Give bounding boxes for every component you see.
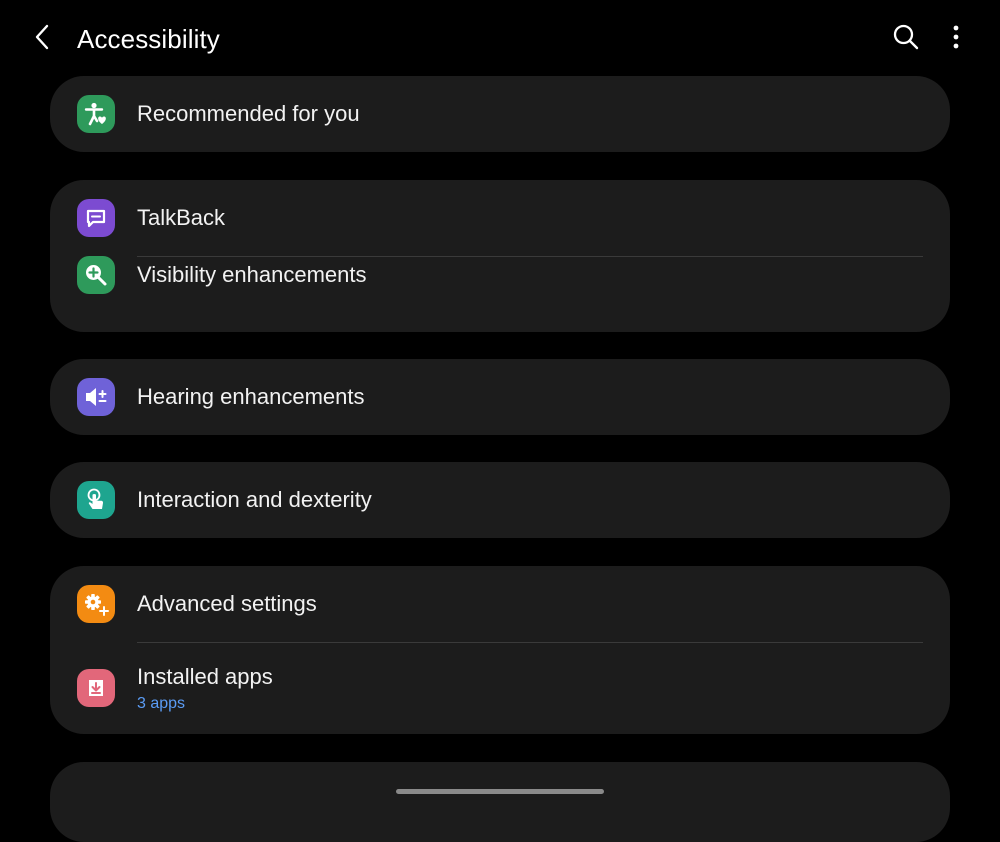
- interaction-and-dexterity-item[interactable]: Interaction and dexterity: [50, 462, 950, 538]
- settings-group: TalkBack Visibility enhancements: [50, 180, 950, 332]
- item-sublabel: 3 apps: [137, 695, 186, 712]
- settings-group: Hearing enhancements: [50, 359, 950, 435]
- recommended-for-you-item[interactable]: Recommended for you: [50, 76, 950, 152]
- touch-hand-icon: [77, 481, 115, 519]
- settings-group: [50, 762, 950, 842]
- gesture-navigation-handle[interactable]: [396, 789, 604, 794]
- speech-bubble-icon: [77, 199, 115, 237]
- download-icon: [77, 669, 115, 707]
- speaker-plus-minus-icon: [77, 378, 115, 416]
- page-title: Accessibility: [77, 24, 220, 54]
- gear-plus-icon: [77, 585, 115, 623]
- talkback-item[interactable]: TalkBack: [50, 180, 950, 256]
- visibility-enhancements-item[interactable]: Visibility enhancements: [50, 256, 950, 332]
- settings-group: Interaction and dexterity: [50, 462, 950, 538]
- magnifier-plus-icon: [77, 256, 115, 294]
- search-button[interactable]: [888, 21, 924, 57]
- item-label: Installed apps: [137, 664, 273, 689]
- item-label: TalkBack: [137, 205, 226, 230]
- item-label: Advanced settings: [137, 591, 317, 616]
- more-vertical-icon: [952, 24, 960, 55]
- search-icon: [892, 23, 920, 56]
- item-label: Hearing enhancements: [137, 384, 365, 409]
- back-button[interactable]: [26, 22, 60, 56]
- settings-group: Recommended for you: [50, 76, 950, 152]
- more-options-button[interactable]: [940, 21, 972, 57]
- settings-group: Advanced settings Installed apps 3 apps: [50, 566, 950, 734]
- installed-apps-item[interactable]: Installed apps 3 apps: [50, 643, 950, 734]
- item-label: Recommended for you: [137, 101, 360, 126]
- item-label: Interaction and dexterity: [137, 487, 372, 512]
- item-label: Visibility enhancements: [137, 262, 367, 287]
- chevron-left-icon: [33, 23, 53, 56]
- hearing-enhancements-item[interactable]: Hearing enhancements: [50, 359, 950, 435]
- app-bar: Accessibility: [0, 0, 1000, 78]
- advanced-settings-item[interactable]: Advanced settings: [50, 566, 950, 642]
- accessibility-heart-icon: [77, 95, 115, 133]
